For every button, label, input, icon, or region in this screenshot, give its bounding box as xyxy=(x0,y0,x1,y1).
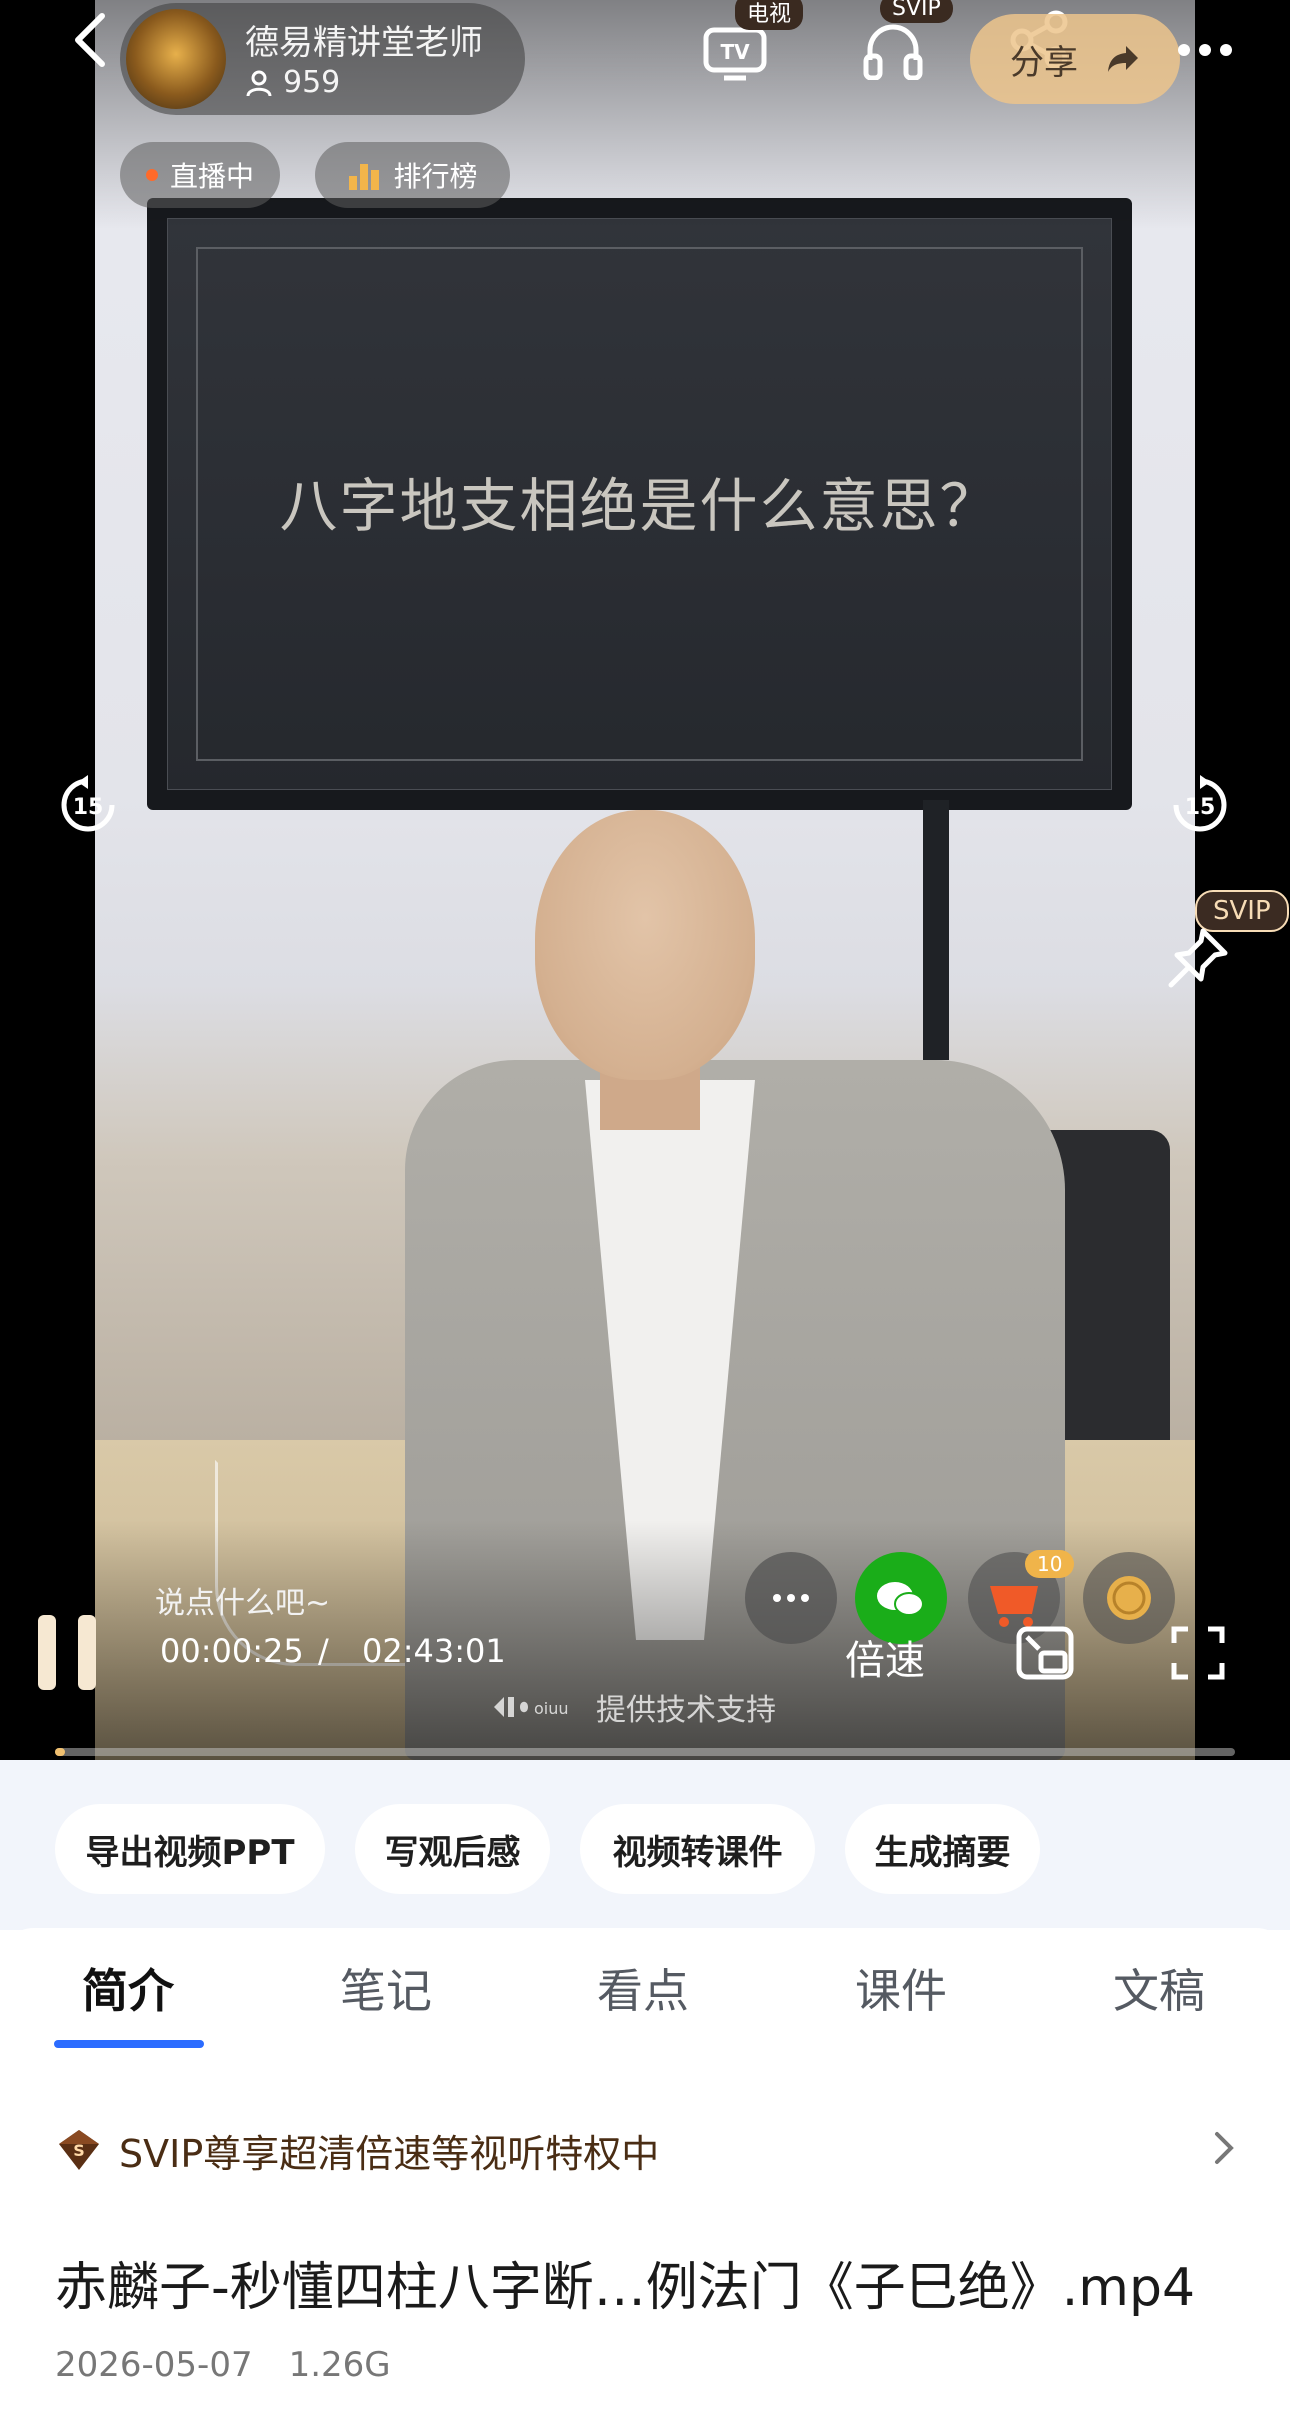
viewer-count: 959 xyxy=(245,65,340,100)
speed-button[interactable]: 倍速 xyxy=(845,1628,925,1686)
tv-badge: 电视 xyxy=(735,0,804,30)
avatar[interactable] xyxy=(126,9,226,109)
time-separator: / xyxy=(318,1632,329,1670)
coin-icon xyxy=(1107,1576,1151,1620)
bar-chart-icon xyxy=(349,164,380,190)
write-review-button[interactable]: 写观后感 xyxy=(355,1804,550,1894)
progress-fill xyxy=(55,1748,65,1756)
picture-in-picture-icon xyxy=(1016,1626,1074,1680)
video-frame: 八字地支相绝是什么意思？ xyxy=(95,0,1195,1760)
svg-text:TV: TV xyxy=(720,40,750,64)
more-button[interactable] xyxy=(1170,15,1240,85)
svip-badge: SVIP xyxy=(880,0,953,23)
live-status-label: 直播中 xyxy=(169,160,254,193)
file-size: 1.26G xyxy=(288,2345,391,2385)
forward-15-icon: 15 xyxy=(1173,775,1227,832)
file-meta: 2026-05-07 1.26G xyxy=(55,2345,391,2385)
ai-action-bar: 导出视频PPT 写观后感 视频转课件 生成摘要 xyxy=(0,1760,1290,1930)
current-time: 00:00:25 xyxy=(160,1632,304,1670)
generate-summary-button[interactable]: 生成摘要 xyxy=(845,1804,1040,1894)
back-button[interactable] xyxy=(55,5,125,75)
chevron-right-icon xyxy=(1213,2130,1235,2175)
more-dots-icon xyxy=(773,1594,809,1602)
skip-forward-button[interactable]: 15 xyxy=(1170,775,1230,835)
live-status-chip[interactable]: 直播中 xyxy=(120,142,280,208)
host-name: 德易精讲堂老师 xyxy=(245,23,483,63)
share-button[interactable]: 分享 xyxy=(970,14,1180,104)
comment-input[interactable]: 说点什么吧~ xyxy=(155,1578,330,1622)
more-dots-icon xyxy=(1178,44,1232,56)
svip-promo-text: SVIP尊享超清倍速等视听特权中 xyxy=(119,2131,660,2176)
chevron-left-icon xyxy=(75,13,105,67)
svg-text:S: S xyxy=(73,2141,85,2160)
share-arrow-icon xyxy=(1108,46,1138,72)
pause-button[interactable] xyxy=(38,1615,98,1690)
ranking-label: 排行榜 xyxy=(393,160,478,193)
rewind-15-icon: 15 xyxy=(61,775,115,832)
svg-text:15: 15 xyxy=(1185,795,1216,820)
fullscreen-button[interactable] xyxy=(1165,1620,1231,1686)
tech-support-label: 提供技术支持 xyxy=(596,1693,776,1728)
fullscreen-icon xyxy=(1171,1626,1225,1680)
pin-icon xyxy=(1168,928,1228,988)
headphones-icon xyxy=(863,24,923,80)
share-label: 分享 xyxy=(1010,42,1078,83)
tab-intro[interactable]: 简介 xyxy=(82,1955,174,2021)
video-screen-text: 八字地支相绝是什么意思？ xyxy=(279,472,1000,540)
export-ppt-button[interactable]: 导出视频PPT xyxy=(55,1804,325,1894)
person-icon xyxy=(246,70,272,96)
file-name: 赤麟子-秒懂四柱八字断…例法门《子巳绝》.mp4 xyxy=(55,2258,1196,2318)
total-time: 02:43:01 xyxy=(362,1632,506,1670)
active-tab-indicator xyxy=(54,2040,204,2048)
tech-support: oiuu 提供技术支持 xyxy=(490,1685,776,1729)
video-player[interactable]: 八字地支相绝是什么意思？ 德易精讲堂老师 959 TV 电视 SVIP 分享 直… xyxy=(0,0,1290,1760)
svg-text:oiuu: oiuu xyxy=(534,1699,569,1718)
host-card[interactable]: 德易精讲堂老师 959 xyxy=(120,3,525,115)
ranking-chip[interactable]: 排行榜 xyxy=(315,142,510,208)
pause-bar-left xyxy=(38,1615,56,1690)
skip-back-button[interactable]: 15 xyxy=(58,775,118,835)
gift-button[interactable] xyxy=(1083,1552,1175,1644)
video-to-courseware-button[interactable]: 视频转课件 xyxy=(580,1804,815,1894)
tv-icon: TV xyxy=(703,27,767,81)
tab-courseware[interactable]: 课件 xyxy=(855,1955,947,2021)
svg-text:15: 15 xyxy=(73,795,104,820)
svip-diamond-icon: S xyxy=(59,2130,99,2170)
file-date: 2026-05-07 xyxy=(55,2345,253,2385)
tab-notes[interactable]: 笔记 xyxy=(340,1955,432,2021)
pin-button[interactable] xyxy=(1165,925,1235,995)
tv-monitor: 八字地支相绝是什么意思？ xyxy=(147,198,1132,810)
pause-bar-right xyxy=(78,1615,96,1690)
tab-transcript[interactable]: 文稿 xyxy=(1113,1955,1205,2021)
provider-logo-icon: oiuu xyxy=(494,1697,569,1718)
tab-highlights[interactable]: 看点 xyxy=(597,1955,689,2021)
audio-mode-button[interactable] xyxy=(858,15,928,85)
progress-bar[interactable] xyxy=(55,1748,1235,1756)
cart-count-badge: 10 xyxy=(1025,1550,1075,1578)
live-dot-icon xyxy=(145,169,158,181)
floating-window-button[interactable] xyxy=(1012,1620,1078,1686)
viewer-count-value: 959 xyxy=(283,65,341,100)
svip-promo-row[interactable]: S SVIP尊享超清倍速等视听特权中 xyxy=(55,2120,1235,2180)
more-actions-button[interactable] xyxy=(745,1552,837,1644)
